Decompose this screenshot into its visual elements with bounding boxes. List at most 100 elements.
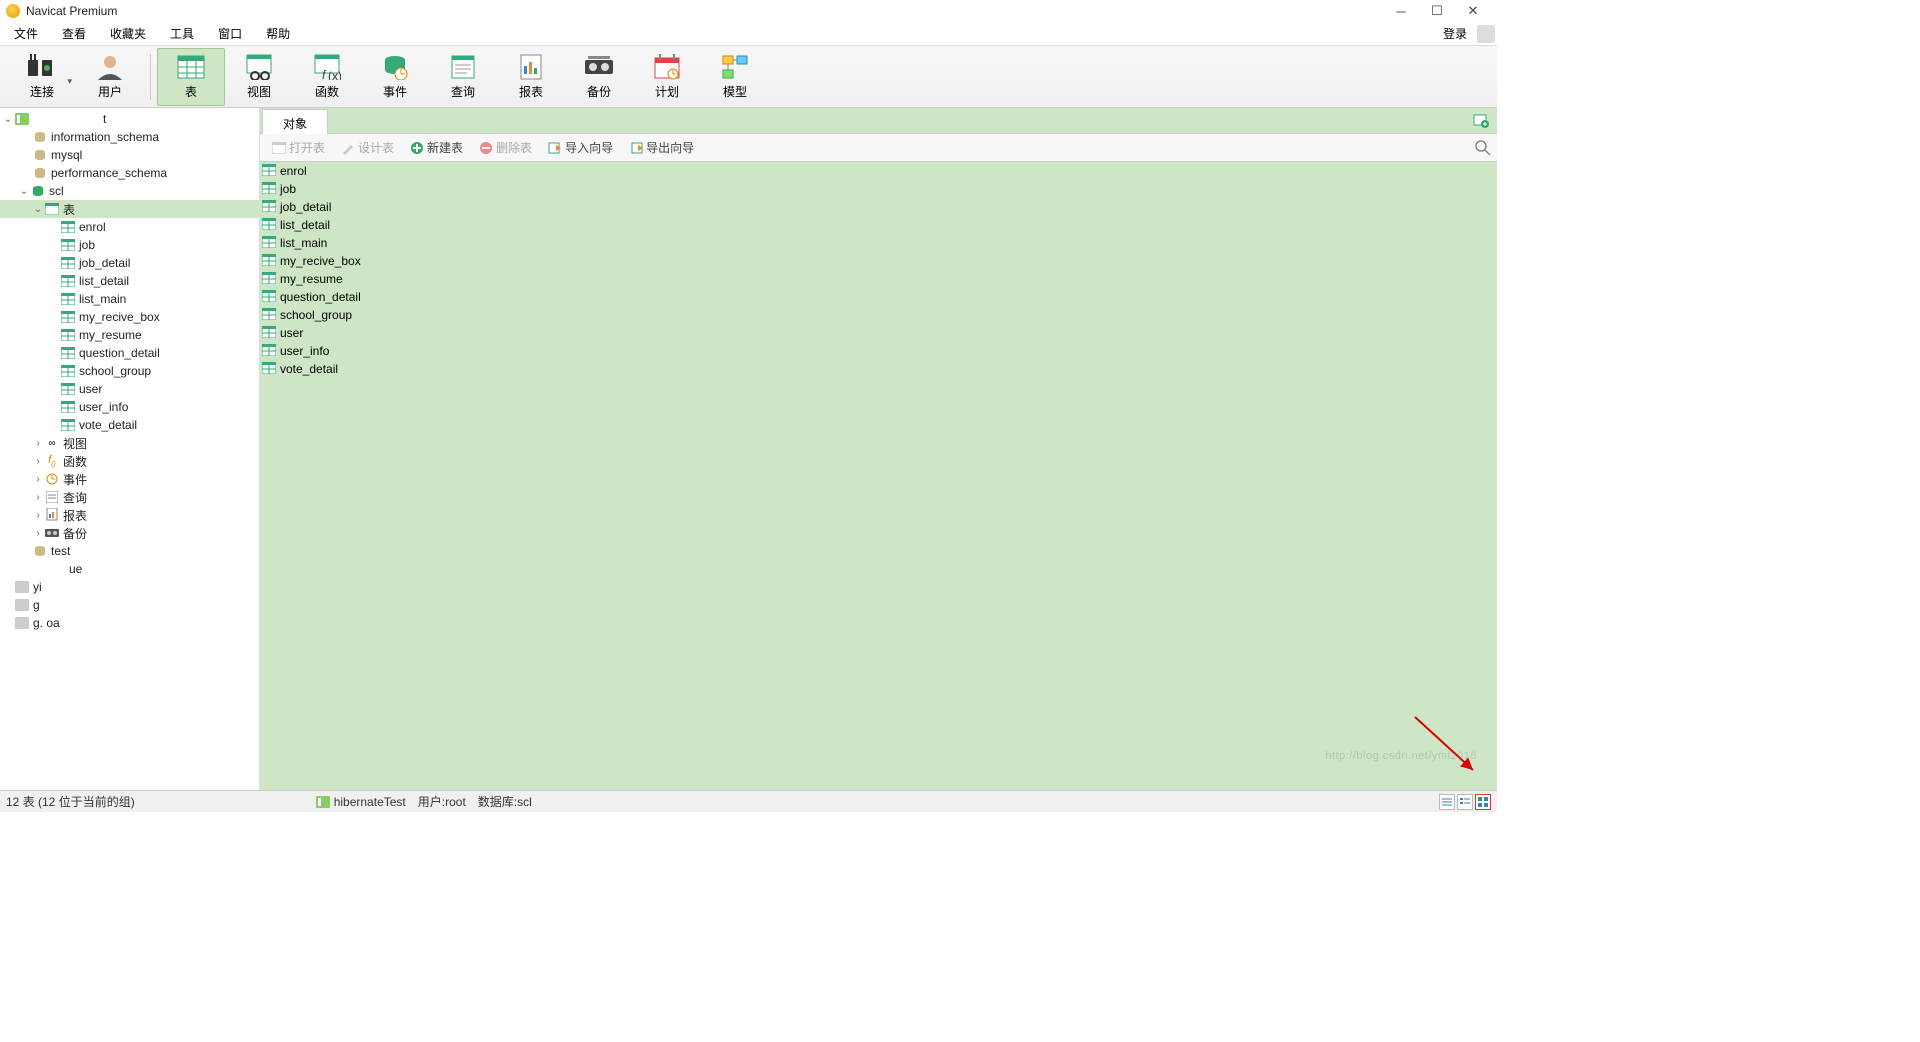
statusbar: 12 表 (12 位于当前的组) hibernateTest 用户: root … xyxy=(0,790,1497,812)
expand-icon[interactable]: › xyxy=(32,510,44,521)
tree-folder-view[interactable]: ›∞视图 xyxy=(0,434,259,452)
tree-db-info-schema[interactable]: information_schema xyxy=(0,128,259,146)
export-wizard-button[interactable]: 导出向导 xyxy=(623,137,700,158)
view-detail-button[interactable] xyxy=(1457,794,1473,810)
tree-table-enrol[interactable]: enrol xyxy=(0,218,259,236)
tree-folder-backup[interactable]: ›备份 xyxy=(0,524,259,542)
menu-help[interactable]: 帮助 xyxy=(254,23,302,44)
tree-table-user_info[interactable]: user_info xyxy=(0,398,259,416)
login-button[interactable]: 登录 xyxy=(1437,23,1473,44)
table-icon xyxy=(60,418,76,432)
table-icon xyxy=(60,310,76,324)
sidebar-tree[interactable]: ⌄ t information_schema mysql performance… xyxy=(0,108,260,790)
masked-name xyxy=(33,113,103,126)
tree-db-scl[interactable]: ⌄scl xyxy=(0,182,259,200)
menu-view[interactable]: 查看 xyxy=(50,23,98,44)
tool-view[interactable]: 视图 xyxy=(225,48,293,106)
object-tabbar: 对象 xyxy=(260,108,1497,134)
menu-window[interactable]: 窗口 xyxy=(206,23,254,44)
tree-table-question_detail[interactable]: question_detail xyxy=(0,344,259,362)
tool-user[interactable]: 用户 xyxy=(76,48,144,106)
expand-icon[interactable]: ⌄ xyxy=(32,204,44,215)
expand-icon[interactable]: › xyxy=(32,456,44,467)
tool-plan[interactable]: 计划 xyxy=(633,48,701,106)
maximize-button[interactable]: ☐ xyxy=(1419,3,1455,19)
tree-table-vote_detail[interactable]: vote_detail xyxy=(0,416,259,434)
list-item-list_detail[interactable]: list_detail xyxy=(260,216,1497,234)
expand-icon[interactable]: › xyxy=(32,492,44,503)
tree-connection[interactable]: ⌄ t xyxy=(0,110,259,128)
tool-backup[interactable]: 备份 xyxy=(565,48,633,106)
expand-icon[interactable]: › xyxy=(32,528,44,539)
minimize-button[interactable]: ─ xyxy=(1383,4,1419,19)
tree-folder-query[interactable]: ›查询 xyxy=(0,488,259,506)
tree-table-job[interactable]: job xyxy=(0,236,259,254)
tree-table-list_main[interactable]: list_main xyxy=(0,290,259,308)
object-list[interactable]: enroljobjob_detaillist_detaillist_mainmy… xyxy=(260,162,1497,790)
avatar-icon[interactable] xyxy=(1477,25,1495,43)
status-user: root xyxy=(445,795,466,809)
open-table-button[interactable]: 打开表 xyxy=(266,137,331,158)
table-icon xyxy=(60,220,76,234)
expand-icon[interactable]: › xyxy=(32,438,44,449)
list-item-list_main[interactable]: list_main xyxy=(260,234,1497,252)
view-grid-button[interactable] xyxy=(1475,794,1491,810)
new-table-button[interactable]: 新建表 xyxy=(404,137,469,158)
tree-table-user[interactable]: user xyxy=(0,380,259,398)
tree-folder-table[interactable]: ⌄表 xyxy=(0,200,259,218)
tree-folder-event[interactable]: ›事件 xyxy=(0,470,259,488)
table-icon xyxy=(262,290,278,304)
tree-folder-func[interactable]: ›f()函数 xyxy=(0,452,259,470)
tool-connect[interactable]: 连接▾ xyxy=(8,48,76,106)
list-item-school_group[interactable]: school_group xyxy=(260,306,1497,324)
menu-tools[interactable]: 工具 xyxy=(158,23,206,44)
list-item-job[interactable]: job xyxy=(260,180,1497,198)
list-item-my_recive_box[interactable]: my_recive_box xyxy=(260,252,1497,270)
menu-file[interactable]: 文件 xyxy=(2,23,50,44)
tree-db-partial-a[interactable]: ue xyxy=(0,560,259,578)
list-item-user[interactable]: user xyxy=(260,324,1497,342)
list-item-vote_detail[interactable]: vote_detail xyxy=(260,360,1497,378)
list-item-enrol[interactable]: enrol xyxy=(260,162,1497,180)
tool-query[interactable]: 查询 xyxy=(429,48,497,106)
tree-table-my_recive_box[interactable]: my_recive_box xyxy=(0,308,259,326)
tree-table-my_resume[interactable]: my_resume xyxy=(0,326,259,344)
new-tab-icon[interactable] xyxy=(1473,112,1491,130)
list-item-job_detail[interactable]: job_detail xyxy=(260,198,1497,216)
expand-icon[interactable]: › xyxy=(32,474,44,485)
tool-report[interactable]: 报表 xyxy=(497,48,565,106)
tree-db-test[interactable]: test xyxy=(0,542,259,560)
expand-icon[interactable]: ⌄ xyxy=(18,186,30,197)
view-list-button[interactable] xyxy=(1439,794,1455,810)
close-button[interactable]: ✕ xyxy=(1455,3,1491,19)
table-icon xyxy=(60,274,76,288)
list-item-user_info[interactable]: user_info xyxy=(260,342,1497,360)
tool-model[interactable]: 模型 xyxy=(701,48,769,106)
tree-connection-b[interactable]: yi xyxy=(0,578,259,596)
tool-plan-label: 计划 xyxy=(655,83,679,100)
tree-table-list_detail[interactable]: list_detail xyxy=(0,272,259,290)
status-count: 12 表 (12 位于当前的组) xyxy=(6,793,135,810)
tree-connection-c[interactable]: g xyxy=(0,596,259,614)
expand-icon[interactable]: ⌄ xyxy=(2,114,14,125)
list-item-label: vote_detail xyxy=(280,362,338,376)
list-item-my_resume[interactable]: my_resume xyxy=(260,270,1497,288)
list-item-question_detail[interactable]: question_detail xyxy=(260,288,1497,306)
tree-connection-d[interactable]: g. oa xyxy=(0,614,259,632)
tree-table-job_detail[interactable]: job_detail xyxy=(0,254,259,272)
search-icon[interactable] xyxy=(1475,140,1491,156)
tree-db-perf[interactable]: performance_schema xyxy=(0,164,259,182)
list-item-label: school_group xyxy=(280,308,352,322)
delete-table-button[interactable]: 删除表 xyxy=(473,137,538,158)
design-table-button[interactable]: 设计表 xyxy=(335,137,400,158)
tool-table[interactable]: 表 xyxy=(157,48,225,106)
tree-table-school_group[interactable]: school_group xyxy=(0,362,259,380)
tab-object[interactable]: 对象 xyxy=(262,109,328,134)
tree-folder-report[interactable]: ›报表 xyxy=(0,506,259,524)
import-wizard-button[interactable]: 导入向导 xyxy=(542,137,619,158)
menu-fav[interactable]: 收藏夹 xyxy=(98,23,158,44)
view-switcher xyxy=(1439,794,1491,810)
tool-func[interactable]: f(x) 函数 xyxy=(293,48,361,106)
tree-db-mysql[interactable]: mysql xyxy=(0,146,259,164)
tool-event[interactable]: 事件 xyxy=(361,48,429,106)
